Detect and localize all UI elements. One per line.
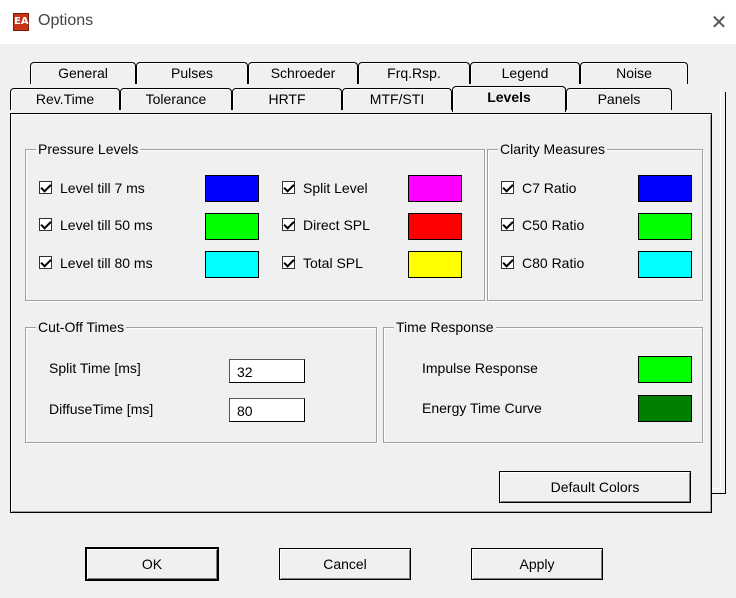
- tab-tolerance[interactable]: Tolerance: [120, 88, 232, 110]
- group-title: Cut-Off Times: [36, 319, 127, 335]
- checkbox-label: C7 Ratio: [522, 180, 577, 196]
- checkbox-icon[interactable]: [39, 256, 52, 269]
- checkbox-label: Level till 80 ms: [60, 255, 153, 271]
- direct-spl-checkbox[interactable]: Direct SPL: [282, 215, 370, 235]
- window-title: Options: [38, 12, 94, 29]
- c7-ratio-checkbox[interactable]: C7 Ratio: [501, 178, 576, 198]
- level-7ms-color-swatch[interactable]: [205, 175, 259, 202]
- tab-mtf-sti[interactable]: MTF/STI: [342, 88, 452, 110]
- tab-label: Frq.Rsp.: [387, 65, 441, 81]
- split-time-input[interactable]: 32: [229, 359, 305, 383]
- energy-time-curve-color-swatch[interactable]: [638, 395, 692, 422]
- tab-label: Panels: [597, 91, 641, 107]
- clarity-measures-group: Clarity Measures C7 Ratio C50 Ratio C80 …: [487, 141, 703, 301]
- checkbox-label: C50 Ratio: [522, 217, 585, 233]
- tab-label: Levels: [487, 89, 531, 105]
- tab-panels[interactable]: Panels: [566, 88, 672, 110]
- tab-label: MTF/STI: [369, 91, 425, 107]
- app-logo-icon: EA: [13, 13, 29, 31]
- diffuse-time-label: DiffuseTime [ms]: [49, 401, 154, 417]
- tab-hrtf[interactable]: HRTF: [232, 88, 342, 110]
- tab-label: Noise: [616, 65, 652, 81]
- checkbox-icon[interactable]: [39, 218, 52, 231]
- c80-ratio-color-swatch[interactable]: [638, 251, 692, 278]
- group-title: Pressure Levels: [36, 141, 141, 157]
- checkbox-label: Level till 7 ms: [60, 180, 145, 196]
- level-7ms-checkbox[interactable]: Level till 7 ms: [39, 178, 145, 198]
- c50-ratio-color-swatch[interactable]: [638, 213, 692, 240]
- c50-ratio-checkbox[interactable]: C50 Ratio: [501, 215, 584, 235]
- checkbox-icon[interactable]: [39, 181, 52, 194]
- cancel-button[interactable]: Cancel: [279, 548, 411, 580]
- checkbox-label: Split Level: [303, 180, 368, 196]
- tab-label: Legend: [501, 65, 549, 81]
- group-title: Clarity Measures: [498, 141, 608, 157]
- split-level-color-swatch[interactable]: [408, 175, 462, 202]
- checkbox-label: Level till 50 ms: [60, 217, 153, 233]
- checkbox-icon[interactable]: [282, 256, 295, 269]
- checkbox-icon[interactable]: [282, 181, 295, 194]
- levels-tab-page: Pressure Levels Level till 7 ms Level ti…: [10, 113, 712, 513]
- energy-time-curve-label: Energy Time Curve: [422, 400, 542, 416]
- checkbox-label: Direct SPL: [303, 217, 370, 233]
- apply-button[interactable]: Apply: [471, 548, 603, 580]
- total-spl-color-swatch[interactable]: [408, 251, 462, 278]
- impulse-response-label: Impulse Response: [422, 360, 538, 376]
- tab-label: General: [58, 65, 108, 81]
- tab-frq-rsp[interactable]: Frq.Rsp.: [358, 62, 470, 84]
- checkbox-icon[interactable]: [501, 181, 514, 194]
- impulse-response-color-swatch[interactable]: [638, 356, 692, 383]
- split-level-checkbox[interactable]: Split Level: [282, 178, 368, 198]
- checkbox-label: Total SPL: [303, 255, 363, 271]
- ok-button[interactable]: OK: [86, 548, 218, 580]
- checkbox-icon[interactable]: [282, 218, 295, 231]
- close-icon[interactable]: ✕: [707, 10, 731, 34]
- tab-general[interactable]: General: [30, 62, 136, 84]
- tab-rev-time[interactable]: Rev.Time: [10, 88, 120, 110]
- time-response-group: Time Response Impulse Response Energy Ti…: [383, 319, 703, 443]
- tab-label: Rev.Time: [35, 91, 95, 107]
- level-80ms-checkbox[interactable]: Level till 80 ms: [39, 253, 153, 273]
- tab-levels[interactable]: Levels: [452, 86, 566, 112]
- level-50ms-checkbox[interactable]: Level till 50 ms: [39, 215, 153, 235]
- tab-label: Pulses: [170, 65, 214, 81]
- pressure-levels-group: Pressure Levels Level till 7 ms Level ti…: [25, 141, 485, 301]
- level-50ms-color-swatch[interactable]: [205, 213, 259, 240]
- title-bar: EA Options ✕: [0, 0, 736, 44]
- c80-ratio-checkbox[interactable]: C80 Ratio: [501, 253, 584, 273]
- default-colors-button[interactable]: Default Colors: [499, 471, 691, 503]
- split-time-label: Split Time [ms]: [49, 360, 141, 376]
- checkbox-icon[interactable]: [501, 256, 514, 269]
- tab-label: HRTF: [268, 91, 306, 107]
- tab-legend[interactable]: Legend: [470, 62, 580, 84]
- cutoff-times-group: Cut-Off Times Split Time [ms] 32 Diffuse…: [25, 319, 377, 443]
- diffuse-time-input[interactable]: 80: [229, 398, 305, 422]
- tab-schroeder[interactable]: Schroeder: [248, 62, 358, 84]
- c7-ratio-color-swatch[interactable]: [638, 175, 692, 202]
- level-80ms-color-swatch[interactable]: [205, 251, 259, 278]
- tab-noise[interactable]: Noise: [580, 62, 688, 84]
- checkbox-label: C80 Ratio: [522, 255, 585, 271]
- checkbox-icon[interactable]: [501, 218, 514, 231]
- total-spl-checkbox[interactable]: Total SPL: [282, 253, 363, 273]
- tab-label: Tolerance: [145, 91, 207, 107]
- tab-label: Schroeder: [270, 65, 336, 81]
- group-title: Time Response: [394, 319, 496, 335]
- direct-spl-color-swatch[interactable]: [408, 213, 462, 240]
- tab-pulses[interactable]: Pulses: [136, 62, 248, 84]
